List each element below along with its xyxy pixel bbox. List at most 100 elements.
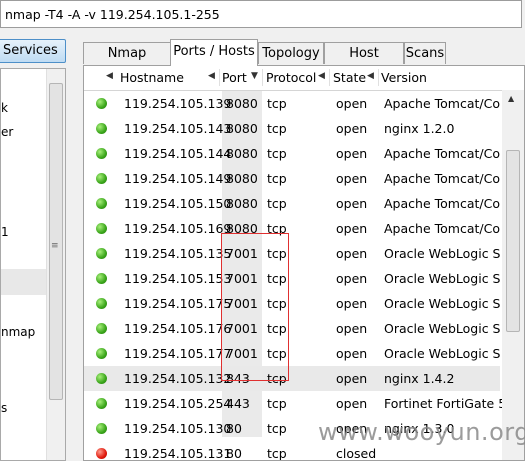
cell-protocol: tcp xyxy=(267,121,287,136)
table-row[interactable]: 119.254.105.153 7001 tcp open Oracle WebLogi… xyxy=(84,266,500,291)
table-row[interactable]: 119.254.105.139 8080 tcp open Apache Tomcat/… xyxy=(84,91,500,116)
column-divider[interactable] xyxy=(329,69,330,86)
cell-hostname: 119.254.105.135 xyxy=(124,246,232,261)
host-up-icon xyxy=(96,123,107,134)
sort-left-icon[interactable]: ◀ xyxy=(106,71,113,81)
table-row[interactable]: 119.254.105.175 7001 tcp open Oracle WebLogi… xyxy=(84,291,500,316)
left-list-item[interactable]: nmap xyxy=(1,325,35,339)
table-row[interactable]: 119.254.105.150 8080 tcp open Apache Tomcat/… xyxy=(84,191,500,216)
host-up-icon xyxy=(96,198,107,209)
cell-version: Apache Tomcat/Co xyxy=(384,96,500,111)
cell-state: open xyxy=(336,121,368,136)
scroll-up-icon[interactable]: ▲ xyxy=(508,94,514,103)
sort-down-icon[interactable]: ▼ xyxy=(251,71,258,81)
left-list-item[interactable]: s xyxy=(1,401,7,415)
table-row[interactable]: 119.254.105.176 7001 tcp open Oracle WebLogi… xyxy=(84,316,500,341)
cell-version: nginx 1.2.0 xyxy=(384,121,455,136)
cell-port: 80 xyxy=(226,421,242,436)
column-divider[interactable] xyxy=(262,69,263,86)
header-protocol[interactable]: Protocol xyxy=(266,70,316,85)
cell-protocol: tcp xyxy=(267,171,287,186)
cell-version: Oracle WebLogic S xyxy=(384,296,501,311)
cell-hostname: 119.254.105.153 xyxy=(124,271,232,286)
host-up-icon xyxy=(96,348,107,359)
host-up-icon xyxy=(96,148,107,159)
cell-state: open xyxy=(336,271,368,286)
host-up-icon xyxy=(96,298,107,309)
cell-hostname: 119.254.105.144 xyxy=(124,146,232,161)
cell-port: 80 xyxy=(226,446,242,461)
left-list-item[interactable]: k xyxy=(1,101,8,115)
watermark: www.wooyun.org xyxy=(318,418,525,446)
cell-hostname: 119.254.105.150 xyxy=(124,196,232,211)
cell-protocol: tcp xyxy=(267,396,287,411)
cell-hostname: 119.254.105.176 xyxy=(124,321,232,336)
tab-ports-hosts[interactable]: Ports / Hosts xyxy=(170,39,258,66)
cell-hostname: 119.254.105.254 xyxy=(124,396,232,411)
ports-table: ◀ Hostname ◀ Port ▼ Protocol ◀ State ◀ V… xyxy=(83,65,525,461)
header-state[interactable]: State xyxy=(333,70,366,85)
cell-hostname: 119.254.105.132 xyxy=(124,371,232,386)
header-port[interactable]: Port xyxy=(222,70,247,85)
cell-version: nginx 1.4.2 xyxy=(384,371,455,386)
cell-protocol: tcp xyxy=(267,146,287,161)
left-selected-item[interactable] xyxy=(1,269,47,295)
host-up-icon xyxy=(96,273,107,284)
sort-left-icon[interactable]: ◀ xyxy=(208,71,215,81)
table-row[interactable]: 119.254.105.144 8080 tcp open Apache Tomcat/… xyxy=(84,141,500,166)
table-row[interactable]: 119.254.105.143 8080 tcp open nginx 1.2.0 xyxy=(84,116,500,141)
cell-port: 8080 xyxy=(226,121,258,136)
column-divider[interactable] xyxy=(219,69,220,86)
cell-version: Oracle WebLogic S xyxy=(384,321,501,336)
cell-version: Apache Tomcat/Co xyxy=(384,196,500,211)
cell-state: closed xyxy=(336,446,377,461)
host-down-icon xyxy=(96,448,107,459)
table-row[interactable]: 119.254.105.132 843 tcp open nginx 1.4.2 xyxy=(84,366,500,391)
cell-hostname: 119.254.105.139 xyxy=(124,96,232,111)
table-row[interactable]: 119.254.105.169 8080 tcp open Apache Tomcat/… xyxy=(84,216,500,241)
column-divider[interactable] xyxy=(378,69,379,86)
cell-hostname: 119.254.105.143 xyxy=(124,121,232,136)
grip-icon: ≡ xyxy=(51,241,59,251)
cell-protocol: tcp xyxy=(267,421,287,436)
header-version[interactable]: Version xyxy=(381,70,427,85)
host-up-icon xyxy=(96,323,107,334)
table-row[interactable]: 119.254.105.149 8080 tcp open Apache Tomcat/… xyxy=(84,166,500,191)
host-up-icon xyxy=(96,423,107,434)
cell-port: 8080 xyxy=(226,96,258,111)
left-list-item[interactable]: 1 xyxy=(1,225,9,239)
header-hostname[interactable]: Hostname xyxy=(120,70,184,85)
host-up-icon xyxy=(96,248,107,259)
cell-version: Apache Tomcat/Co xyxy=(384,146,500,161)
cell-hostname: 119.254.105.175 xyxy=(124,296,232,311)
table-row[interactable]: 119.254.105.135 7001 tcp open Oracle WebLogi… xyxy=(84,241,500,266)
table-row[interactable]: 119.254.105.177 7001 tcp open Oracle WebLogi… xyxy=(84,341,500,366)
left-scrollbar[interactable]: ≡ xyxy=(46,69,65,460)
host-list-panel[interactable]: k er 1 nmap s ≡ xyxy=(0,68,66,461)
cell-version: Fortinet FortiGate 5 xyxy=(384,396,507,411)
tab-scans[interactable]: Scans xyxy=(404,42,446,64)
cell-state: open xyxy=(336,296,368,311)
command-input[interactable] xyxy=(5,5,515,23)
table-scrollbar[interactable]: ▲ xyxy=(502,90,524,460)
cell-hostname: 119.254.105.169 xyxy=(124,221,232,236)
host-up-icon xyxy=(96,223,107,234)
sort-left-icon[interactable]: ◀ xyxy=(318,71,325,81)
host-up-icon xyxy=(96,173,107,184)
left-list-item[interactable]: er xyxy=(1,125,13,139)
cell-state: open xyxy=(336,371,368,386)
annotation-box xyxy=(221,233,289,381)
tab-host-details[interactable]: Host Details xyxy=(324,42,404,82)
services-button[interactable]: Services xyxy=(0,39,66,63)
host-up-icon xyxy=(96,373,107,384)
cell-protocol: tcp xyxy=(267,446,287,461)
cell-version: Apache Tomcat/Co xyxy=(384,171,500,186)
command-bar[interactable] xyxy=(0,0,522,28)
tab-topology[interactable]: Topology xyxy=(258,42,324,64)
table-row[interactable]: 119.254.105.254 443 tcp open Fortinet FortiG… xyxy=(84,391,506,416)
table-scrollbar-thumb[interactable] xyxy=(506,150,520,332)
tab-nmap-output[interactable]: Nmap Output xyxy=(83,42,171,82)
cell-state: open xyxy=(336,96,368,111)
sort-left-icon[interactable]: ◀ xyxy=(367,71,374,81)
cell-version: Oracle WebLogic S xyxy=(384,346,501,361)
